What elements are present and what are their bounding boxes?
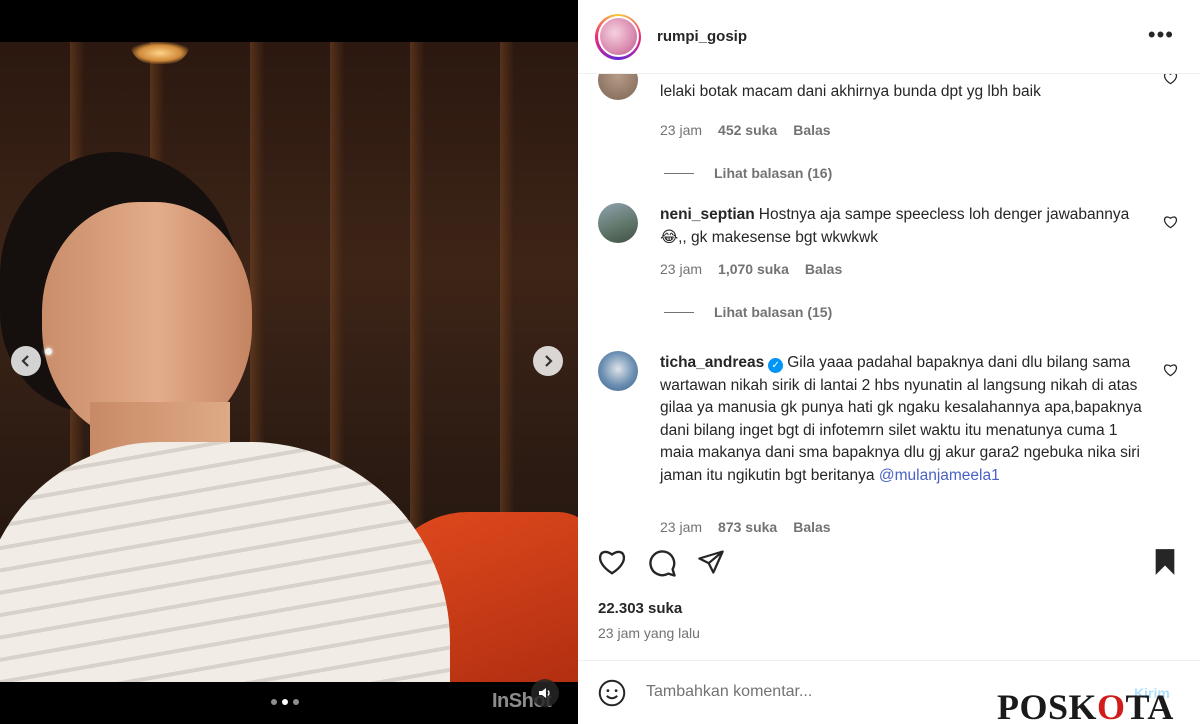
replies-divider: [664, 311, 694, 313]
poskota-watermark: POSKOTA: [997, 686, 1174, 724]
post-username[interactable]: rumpi_gosip: [657, 28, 747, 45]
comment-clipped-line: [660, 74, 1146, 78]
avatar[interactable]: [595, 13, 641, 60]
bookmark-icon[interactable]: [1152, 548, 1178, 581]
carousel-dot: [293, 699, 299, 705]
person-earring: [45, 348, 52, 355]
comment-text: ticha_andreas ✓ Gila yaaa padahal bapaknya…: [660, 352, 1146, 487]
chevron-right-icon[interactable]: [533, 346, 563, 376]
commenter-avatar[interactable]: [598, 74, 638, 100]
comment-mention[interactable]: @mulanjameela1: [879, 467, 1000, 484]
watermark-text-left: POSK: [997, 687, 1098, 724]
heart-icon[interactable]: [1163, 363, 1178, 382]
send-icon[interactable]: [696, 548, 726, 581]
comment-meta: 23 jam 1,070 suka Balas: [660, 261, 842, 277]
post-media[interactable]: InShot: [0, 0, 578, 724]
speaker-icon[interactable]: [531, 679, 559, 707]
comment-username[interactable]: neni_septian: [660, 206, 755, 223]
comment-time: 23 jam: [660, 122, 703, 138]
carousel-indicator: [271, 699, 299, 705]
more-horizontal-icon[interactable]: •••: [1148, 24, 1174, 46]
view-replies-button[interactable]: Lihat balasan (15): [664, 304, 832, 320]
emoji-icon[interactable]: [598, 679, 626, 712]
comment-icon[interactable]: [647, 548, 677, 583]
comment-content: Gila yaaa padahal bapaknya dani dlu bila…: [660, 354, 1142, 484]
comment-text: lelaki botak macam dani akhirnya bunda d…: [660, 83, 1041, 100]
reply-button[interactable]: Balas: [805, 261, 842, 277]
comment-text: neni_septian Hostnya aja sampe speecless …: [660, 204, 1146, 249]
carousel-dot: [271, 699, 277, 705]
post-actions: [578, 536, 1200, 588]
watermark-text-mid: O: [1097, 687, 1126, 724]
reply-button[interactable]: Balas: [793, 122, 830, 138]
comment-likes[interactable]: 1,070 suka: [718, 261, 789, 277]
comment-input[interactable]: [646, 683, 1046, 701]
heart-icon[interactable]: [1163, 215, 1178, 234]
commenter-avatar[interactable]: [598, 203, 638, 243]
watermark-text-right: TA: [1125, 687, 1174, 724]
chevron-left-icon[interactable]: [11, 346, 41, 376]
avatar-border: [597, 16, 639, 57]
carousel-dot: [282, 699, 288, 705]
person-dress: [0, 442, 450, 682]
comment-username[interactable]: ticha_andreas: [660, 354, 764, 371]
heart-icon[interactable]: [1163, 74, 1178, 90]
comments-list[interactable]: lelaki botak macam dani akhirnya bunda d…: [578, 74, 1200, 536]
comment-meta: 23 jam 873 suka Balas: [660, 519, 831, 535]
comment-likes[interactable]: 452 suka: [718, 122, 777, 138]
replies-divider: [664, 172, 694, 174]
heart-icon[interactable]: [597, 548, 627, 581]
comment-meta: 23 jam 452 suka Balas: [660, 122, 831, 138]
post-header: rumpi_gosip •••: [578, 0, 1200, 74]
comment-text-overflow: [660, 74, 1146, 78]
view-replies-button[interactable]: Lihat balasan (16): [664, 165, 832, 181]
commenter-avatar[interactable]: [598, 351, 638, 391]
post-timestamp: 23 jam yang lalu: [598, 625, 700, 641]
ceiling-lamp: [130, 42, 190, 64]
comment-time: 23 jam: [660, 261, 703, 277]
comment-time: 23 jam: [660, 519, 703, 535]
post-details-panel: rumpi_gosip ••• lelaki botak macam dani …: [578, 0, 1200, 724]
verified-badge-icon: ✓: [768, 358, 784, 373]
reply-button[interactable]: Balas: [793, 519, 830, 535]
view-replies-label: Lihat balasan (16): [714, 165, 833, 181]
view-replies-label: Lihat balasan (15): [714, 304, 833, 320]
video-frame[interactable]: [0, 42, 578, 682]
avatar-image: [599, 18, 637, 55]
comment-likes[interactable]: 873 suka: [718, 519, 777, 535]
post-likes-count[interactable]: 22.303 suka: [598, 600, 682, 617]
